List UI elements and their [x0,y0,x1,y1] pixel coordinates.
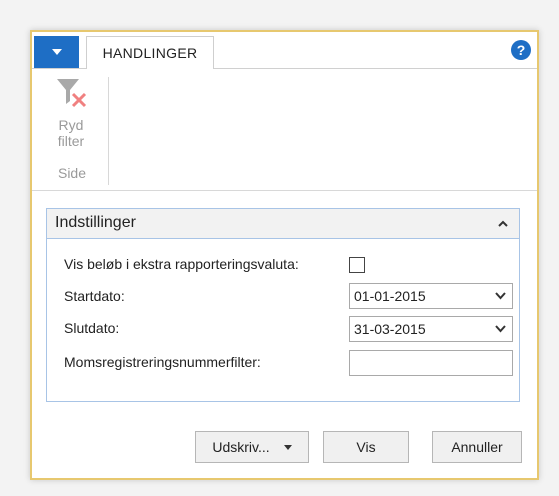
clear-filter-button[interactable]: Ryd filter [40,75,102,165]
extra-currency-label: Vis beløb i ekstra rapporteringsvaluta: [64,256,299,272]
clear-filter-icon [57,79,87,108]
ribbon: Ryd filter Side [32,69,537,191]
chevron-up-icon[interactable] [497,217,509,229]
fasttab-header[interactable]: Indstillinger [47,209,519,239]
help-icon[interactable]: ? [511,40,531,60]
end-date-field[interactable]: 31-03-2015 [349,316,513,342]
options-fasttab: Indstillinger Vis beløb i ekstra rapport… [46,208,520,402]
report-request-dialog: HANDLINGER ? Ryd filter Side Indstilling… [30,30,539,480]
print-button[interactable]: Udskriv... [195,431,309,463]
chevron-down-icon [51,49,62,55]
extra-currency-checkbox[interactable] [349,257,365,273]
fasttab-title: Indstillinger [55,214,136,231]
start-date-field[interactable]: 01-01-2015 [349,283,513,309]
tab-handlinger[interactable]: HANDLINGER [86,36,214,69]
view-button-label: Vis [356,439,376,455]
view-button[interactable]: Vis [323,431,409,463]
tab-label: HANDLINGER [102,45,198,61]
print-button-label: Udskriv... [212,439,270,455]
end-date-label: Slutdato: [64,320,120,336]
chevron-down-icon[interactable] [283,444,292,450]
end-date-value: 31-03-2015 [354,321,426,337]
ribbon-group-label: Side [57,165,87,181]
application-menu-button[interactable] [34,36,79,68]
chevron-down-icon[interactable] [495,292,506,300]
start-date-value: 01-01-2015 [354,288,426,304]
start-date-label: Startdato: [64,288,125,304]
cancel-button-label: Annuller [451,439,503,455]
vat-filter-label: Momsregistreringsnummerfilter: [64,354,261,370]
clear-filter-label-1: Ryd [58,117,84,133]
ribbon-tab-strip: HANDLINGER ? [32,32,537,69]
vat-filter-field[interactable] [349,350,513,376]
chevron-down-icon[interactable] [495,325,506,333]
cancel-button[interactable]: Annuller [432,431,522,463]
clear-filter-label-2: filter [57,133,85,149]
